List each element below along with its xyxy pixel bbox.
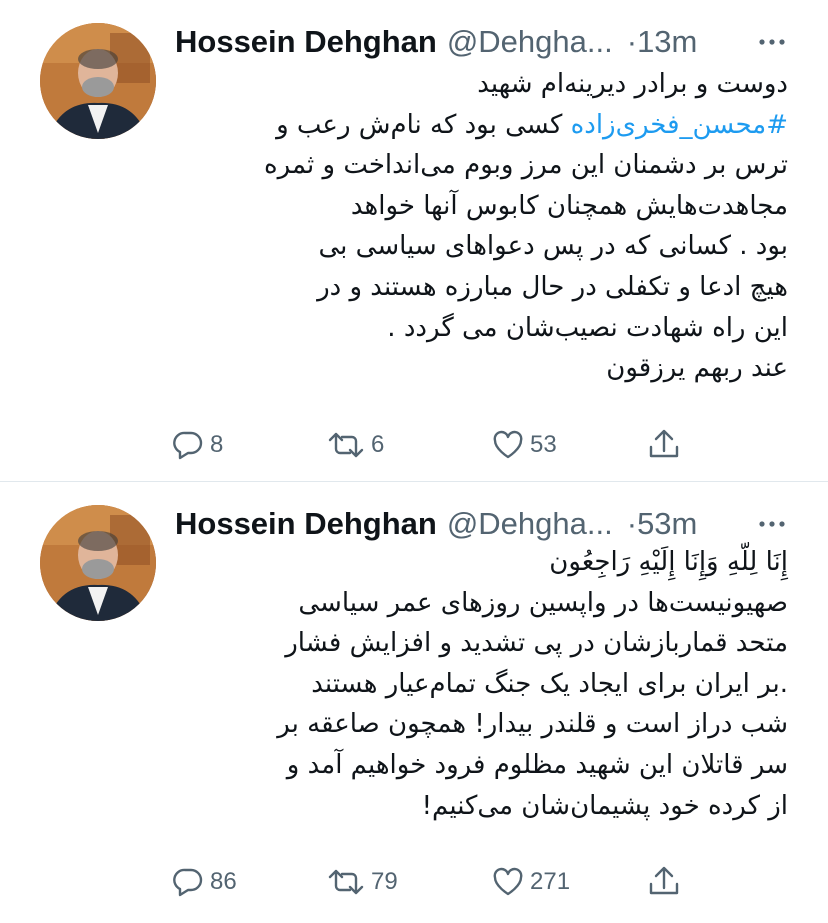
retweet-button[interactable]: 79 bbox=[327, 862, 398, 902]
retweet-icon bbox=[328, 432, 364, 458]
reply-icon bbox=[173, 868, 203, 897]
tweet-line: #محسن_فخری‌زاده کسی بود که نام‌ش رعب و bbox=[160, 105, 788, 146]
heart-icon bbox=[493, 430, 523, 459]
tweet-time[interactable]: ·13m bbox=[627, 20, 698, 64]
reply-button[interactable]: 86 bbox=[172, 862, 237, 902]
tweet-line: هیچ ادعا و تکفلی در حال مبارزه هستند و د… bbox=[317, 271, 788, 302]
tweet-time[interactable]: ·53m bbox=[627, 502, 698, 546]
avatar[interactable] bbox=[40, 23, 156, 139]
reply-count: 86 bbox=[210, 868, 237, 895]
avatar-photo bbox=[40, 505, 156, 621]
tweet-line: .بر ایران برای ایجاد یک جنگ تمام‌عیار هس… bbox=[311, 668, 788, 699]
author-name[interactable]: Hossein Dehghan bbox=[175, 20, 437, 64]
author-name[interactable]: Hossein Dehghan bbox=[175, 502, 437, 546]
tweet-line: سر قاتلان این شهید مظلوم فرود خواهیم آمد… bbox=[286, 749, 788, 780]
time-value: 13m bbox=[637, 24, 698, 59]
tweet[interactable]: Hossein Dehghan @Dehgha... ·13m دوست و ب… bbox=[0, 0, 828, 482]
like-count: 53 bbox=[530, 431, 557, 458]
avatar-photo bbox=[40, 23, 156, 139]
tweet-header: Hossein Dehghan @Dehgha... ·53m bbox=[175, 502, 795, 546]
tweet-line: عند ربهم یرزقون bbox=[606, 353, 788, 384]
like-button[interactable]: 53 bbox=[492, 425, 557, 465]
tweet-line: إِنَا لِلّهِ وَإِنَا إِلَيْهِ رَاجِعُون bbox=[549, 547, 788, 577]
hashtag-link[interactable]: #محسن_فخری‌زاده bbox=[571, 110, 788, 140]
share-button[interactable] bbox=[647, 425, 681, 465]
tweet-line: ترس بر دشمنان این مرز وبوم می‌انداخت و ث… bbox=[264, 150, 788, 181]
avatar[interactable] bbox=[40, 505, 156, 621]
share-icon bbox=[649, 429, 679, 458]
more-icon[interactable] bbox=[752, 22, 792, 62]
time-separator: · bbox=[626, 24, 638, 59]
tweet-line: بود . کسانی که در پس دعواهای سیاسی بی bbox=[318, 231, 788, 262]
tweet-actions: 86 79 271 bbox=[172, 862, 712, 902]
like-button[interactable]: 271 bbox=[492, 862, 570, 902]
retweet-count: 6 bbox=[371, 431, 385, 458]
reply-icon bbox=[173, 431, 203, 460]
heart-icon bbox=[493, 867, 523, 896]
tweet-actions: 8 6 53 bbox=[172, 425, 712, 465]
retweet-icon bbox=[328, 869, 364, 895]
retweet-count: 79 bbox=[371, 868, 398, 895]
tweet-header: Hossein Dehghan @Dehgha... ·13m bbox=[175, 20, 795, 64]
tweet-line: متحد قماربازشان در پی تشدید و افزایش فشا… bbox=[285, 628, 788, 659]
tweet-line: از کرده خود پشیمان‌شان می‌کنیم! bbox=[421, 790, 788, 821]
tweet-line: این راه شهادت نصیب‌شان می گردد . bbox=[387, 312, 788, 343]
author-handle[interactable]: @Dehgha... bbox=[447, 20, 613, 64]
tweet-line: صهیونیست‌ها در واپسین روزهای عمر سیاسی bbox=[298, 587, 788, 618]
like-count: 271 bbox=[530, 868, 571, 895]
tweet-line: دوست و برادر دیرینه‌ام شهید bbox=[477, 69, 788, 99]
share-button[interactable] bbox=[647, 862, 681, 902]
tweet-line: شب دراز است و قلندر بیدار! همچون صاعقه ب… bbox=[277, 709, 788, 740]
reply-count: 8 bbox=[210, 431, 224, 458]
share-icon bbox=[649, 866, 679, 895]
more-icon[interactable] bbox=[752, 504, 792, 544]
tweet-text: إِنَا لِلّهِ وَإِنَا إِلَيْهِ رَاجِعُون … bbox=[160, 542, 788, 826]
tweet-line-text: کسی بود که نام‌ش رعب و bbox=[276, 109, 563, 140]
author-handle[interactable]: @Dehgha... bbox=[447, 502, 613, 546]
tweet-line: مجاهدت‌هایش همچنان کابوس آنها خواهد bbox=[350, 190, 788, 221]
retweet-button[interactable]: 6 bbox=[327, 425, 384, 465]
tweet[interactable]: Hossein Dehghan @Dehgha... ·53m إِنَا لِ… bbox=[0, 482, 828, 923]
time-value: 53m bbox=[637, 506, 698, 541]
reply-button[interactable]: 8 bbox=[172, 425, 223, 465]
tweet-text: دوست و برادر دیرینه‌ام شهید #محسن_فخری‌ز… bbox=[160, 64, 788, 389]
time-separator: · bbox=[626, 506, 638, 541]
tweet-feed: Hossein Dehghan @Dehgha... ·13m دوست و ب… bbox=[0, 0, 828, 923]
